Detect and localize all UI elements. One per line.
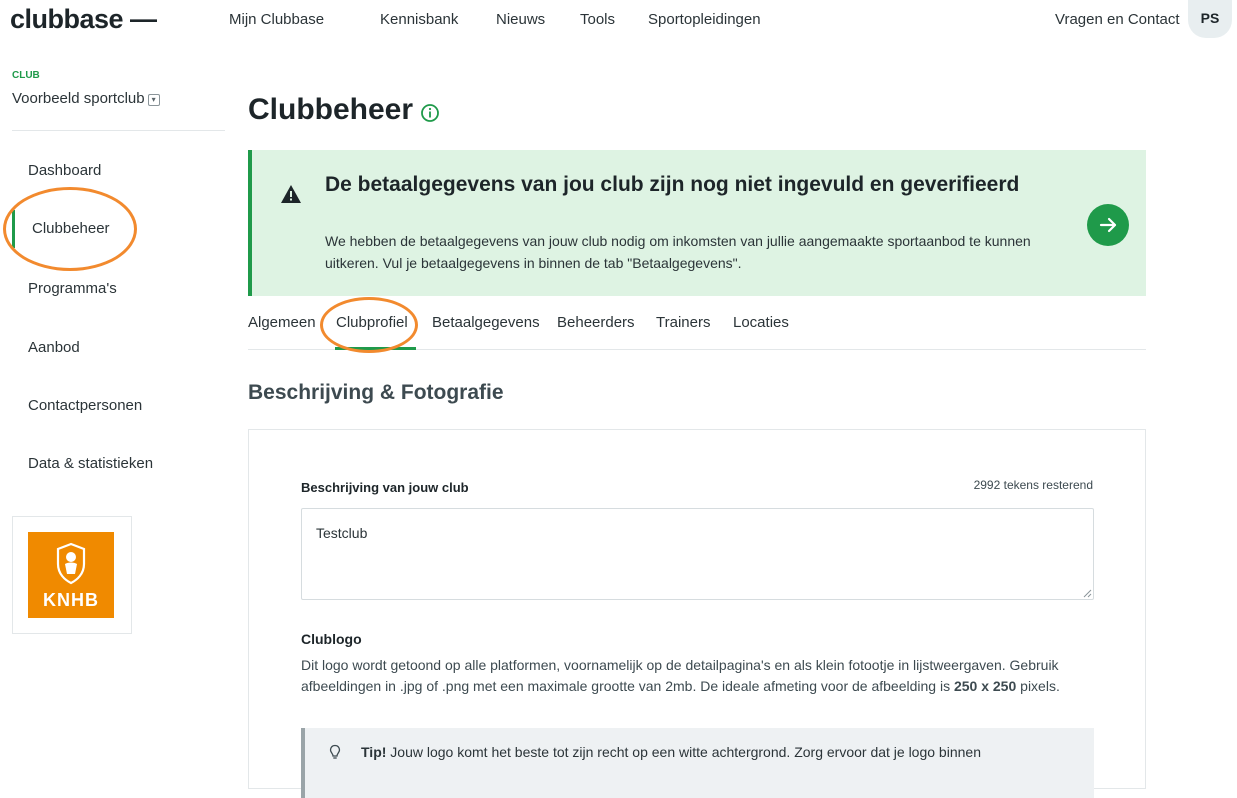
clublogo-desc-size: 250 x 250 [953,678,1017,694]
tab-betaalgegevens[interactable]: Betaalgegevens [432,314,540,331]
tip-text: Tip! Jouw logo komt het beste tot zijn r… [361,742,1081,763]
sidebar-item-dashboard[interactable]: Dashboard [28,162,101,179]
tab-trainers[interactable]: Trainers [656,314,710,331]
alert-title: De betaalgegevens van jou club zijn nog … [325,173,1020,196]
chevron-down-icon[interactable]: ▾ [147,94,160,106]
club-label: CLUB [12,70,40,81]
alert-text: We hebben de betaalgegevens van jouw clu… [325,233,1031,271]
warning-icon [281,185,301,203]
highlight-circle-tab [320,297,418,353]
tab-locaties[interactable]: Locaties [733,314,789,331]
tip-content: Jouw logo komt het beste tot zijn recht … [386,744,981,760]
arrow-right-icon [1099,217,1117,233]
clublogo-desc-text: Dit logo wordt getoond op alle platforme… [301,657,1059,694]
sidebar-item-programmas[interactable]: Programma's [28,280,117,297]
sidebar-item-data-statistieken[interactable]: Data & statistieken [28,455,153,472]
lightbulb-icon [329,744,341,759]
knhb-logo: KNHB [28,532,114,618]
clublogo-description: Dit logo wordt getoond op alle platforme… [301,655,1101,697]
nav-vragen-en-contact[interactable]: Vragen en Contact [1055,11,1180,28]
club-name: Voorbeeld sportclub [12,90,145,107]
page-title: Clubbeheer [248,93,414,126]
knhb-logo-text: KNHB [43,590,99,610]
lion-crest-icon [56,542,86,585]
clublogo-label: Clublogo [301,631,362,647]
section-title: Beschrijving & Fotografie [248,381,504,404]
user-avatar[interactable]: PS [1188,0,1232,38]
sidebar-item-aanbod[interactable]: Aanbod [28,339,80,356]
nav-mijn-clubbase[interactable]: Mijn Clubbase [229,11,324,28]
nav-sportopleidingen[interactable]: Sportopleidingen [648,11,761,28]
description-label: Beschrijving van jouw club [301,480,469,495]
nav-kennisbank[interactable]: Kennisbank [380,11,458,28]
clublogo-desc-end: pixels. [1016,678,1060,694]
alert-go-button[interactable] [1087,204,1129,246]
nav-nieuws[interactable]: Nieuws [496,11,545,28]
tab-beheerders[interactable]: Beheerders [557,314,635,331]
tab-algemeen[interactable]: Algemeen [248,314,316,331]
payment-alert-banner: De betaalgegevens van jou club zijn nog … [248,150,1146,296]
top-navigation: clubbase — Mijn Clubbase Kennisbank Nieu… [0,0,1237,40]
sponsor-logo-box: KNHB [12,516,132,634]
club-selector[interactable]: Voorbeeld sportclub ▾ [12,90,160,107]
info-icon[interactable] [420,103,440,123]
tip-label: Tip! [361,744,387,760]
profile-card: Beschrijving van jouw club 2992 tekens r… [248,429,1146,798]
highlight-circle-sidebar [3,187,137,271]
sidebar-item-contactpersonen[interactable]: Contactpersonen [28,397,142,414]
sidebar-divider [12,130,225,131]
tip-box: Tip! Jouw logo komt het beste tot zijn r… [301,728,1094,798]
character-counter: 2992 tekens resterend [973,478,1093,492]
description-textarea[interactable]: Testclub [301,508,1094,600]
nav-tools[interactable]: Tools [580,11,615,28]
resize-handle-icon[interactable] [1083,589,1092,598]
clubbase-logo[interactable]: clubbase — [10,4,157,35]
